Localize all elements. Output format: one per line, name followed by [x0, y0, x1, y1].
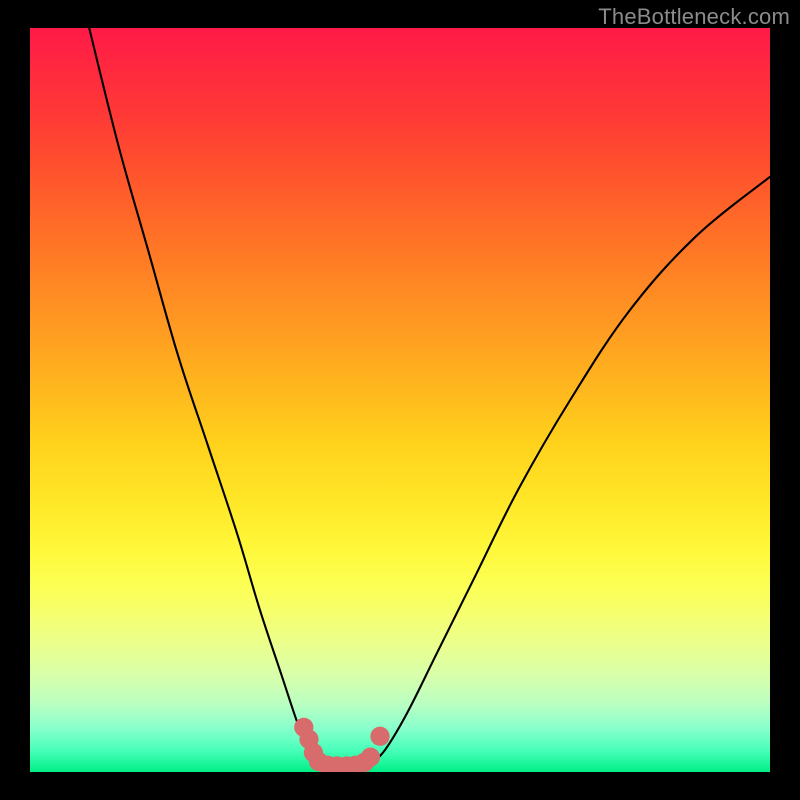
- trough-marker: [370, 727, 389, 746]
- curve-right-branch: [370, 177, 770, 765]
- chart-frame: TheBottleneck.com: [0, 0, 800, 800]
- trough-marker-cluster: [294, 718, 389, 772]
- watermark-text: TheBottleneck.com: [598, 4, 790, 30]
- plot-area: [30, 28, 770, 772]
- curve-left-branch: [89, 28, 315, 765]
- chart-svg: [30, 28, 770, 772]
- trough-marker: [361, 748, 380, 767]
